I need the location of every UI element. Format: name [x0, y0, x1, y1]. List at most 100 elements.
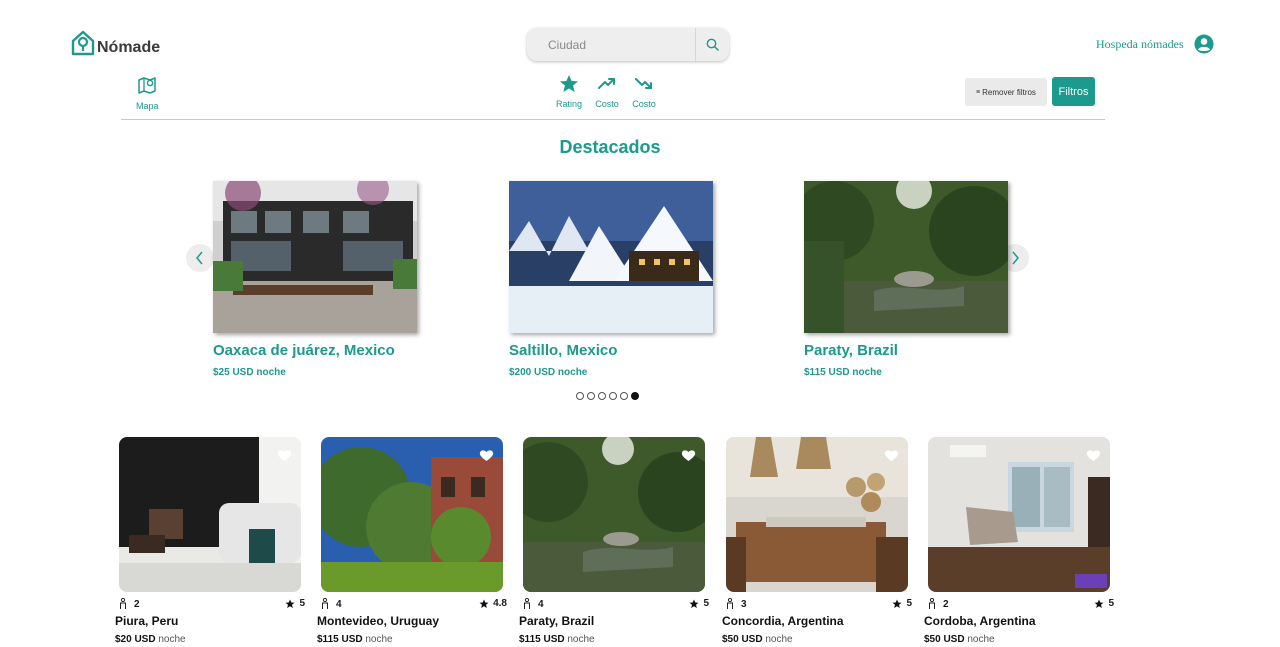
heart-icon[interactable]	[1086, 449, 1101, 462]
filters-button[interactable]: Filtros	[1052, 77, 1095, 106]
price-unit: noche	[365, 634, 393, 645]
guests-count: 2	[943, 598, 949, 610]
heart-icon[interactable]	[277, 449, 292, 462]
person-icon	[929, 598, 935, 609]
price-value: $20 USD	[115, 634, 156, 645]
featured-card[interactable]: Saltillo, Mexico $200 USD noche	[509, 181, 713, 378]
listing-card[interactable]: 4 5 Paraty, Brazil $115 USD noche	[519, 437, 709, 645]
listing-city: Concordia, Argentina	[722, 614, 844, 628]
featured-photo	[213, 181, 417, 333]
listing-meta: 3 5	[722, 598, 912, 614]
featured-card[interactable]: Paraty, Brazil $115 USD noche	[804, 181, 1008, 378]
featured-price: $200 USD noche	[509, 367, 588, 378]
search-button[interactable]	[695, 28, 729, 61]
map-label: Mapa	[136, 101, 159, 111]
listing-city: Montevideo, Uruguay	[317, 614, 440, 628]
guests-count: 3	[741, 598, 747, 610]
pagination-dot[interactable]	[598, 392, 606, 400]
rating-value: 5	[906, 598, 912, 609]
heart-icon[interactable]	[479, 449, 494, 462]
star-icon	[285, 599, 295, 608]
guests-info: 4	[523, 598, 544, 610]
listing-card[interactable]: 2 5 Cordoba, Argentina $50 USD noche	[924, 437, 1114, 645]
pagination-dot[interactable]	[620, 392, 628, 400]
pagination-dot[interactable]	[587, 392, 595, 400]
listing-city: Cordoba, Argentina	[924, 614, 1036, 628]
guests-info: 3	[726, 598, 747, 610]
star-icon	[479, 599, 489, 608]
map-icon	[138, 77, 156, 94]
listing-price: $20 USD noche	[115, 634, 305, 645]
featured-card[interactable]: Oaxaca de juárez, Mexico $25 USD noche	[213, 181, 417, 378]
featured-photo	[509, 181, 713, 333]
watermark-badge	[1075, 574, 1107, 588]
featured-city: Saltillo, Mexico	[509, 342, 618, 359]
featured-photo	[804, 181, 1008, 333]
listing-card[interactable]: 2 5 Piura, Peru $20 USD noche	[115, 437, 305, 645]
section-title: Destacados	[559, 137, 661, 157]
listing-meta: 2 5	[924, 598, 1114, 614]
heart-icon[interactable]	[884, 449, 899, 462]
search-bar	[527, 28, 729, 61]
listing-price: $115 USD noche	[317, 634, 507, 645]
rating-value: 5	[299, 598, 305, 609]
guests-count: 2	[134, 598, 140, 610]
person-icon	[727, 598, 733, 609]
rating-info: 4.8	[479, 598, 507, 609]
person-icon	[322, 598, 328, 609]
listing-meta: 2 5	[115, 598, 305, 614]
filter-lines-icon: ≡	[976, 88, 981, 96]
star-icon	[1094, 599, 1104, 608]
remove-filters-label: Remover filtros	[982, 87, 1036, 97]
price-unit: noche	[765, 634, 793, 645]
sort-label: Rating	[556, 99, 583, 109]
listing-card[interactable]: 4 4.8 Montevideo, Uruguay $115 USD noche	[317, 437, 507, 645]
trending-down-icon	[635, 78, 652, 89]
rating-info: 5	[285, 598, 305, 609]
listing-card[interactable]: 3 5 Concordia, Argentina $50 USD noche	[722, 437, 912, 645]
sort-rating-button[interactable]: Rating	[556, 74, 582, 109]
price-unit: noche	[967, 634, 995, 645]
guests-count: 4	[336, 598, 342, 610]
featured-price: $115 USD noche	[804, 367, 882, 378]
guests-info: 4	[321, 598, 342, 610]
user-account-button[interactable]	[1194, 34, 1214, 59]
user-avatar-icon	[1194, 34, 1214, 54]
carousel-prev-button[interactable]	[186, 244, 214, 272]
listing-meta: 4 4.8	[317, 598, 507, 614]
logo-text: Nómade	[97, 39, 161, 56]
heart-icon[interactable]	[681, 449, 696, 462]
sort-cost-asc-button[interactable]: Costo	[594, 74, 620, 109]
price-value: $115 USD	[519, 634, 565, 645]
remove-filters-button[interactable]: ≡ Remover filtros	[965, 78, 1047, 106]
sort-cost-desc-button[interactable]: Costo	[631, 74, 657, 109]
carousel-pagination	[576, 392, 639, 400]
person-icon	[524, 598, 530, 609]
listing-price: $50 USD noche	[722, 634, 912, 645]
host-link[interactable]: Hospeda nómades	[1096, 37, 1184, 52]
featured-city: Oaxaca de juárez, Mexico	[213, 342, 395, 359]
rating-info: 5	[892, 598, 912, 609]
chevron-left-icon	[196, 251, 203, 265]
pagination-dot[interactable]	[576, 392, 584, 400]
pagination-dot-active[interactable]	[631, 392, 639, 400]
chevron-right-icon	[1012, 251, 1019, 265]
rating-value: 4.8	[493, 598, 507, 609]
price-value: $50 USD	[722, 634, 763, 645]
guests-info: 2	[928, 598, 949, 610]
listing-photo	[928, 437, 1110, 592]
rating-info: 5	[689, 598, 709, 609]
pagination-dot[interactable]	[609, 392, 617, 400]
sort-label: Costo	[595, 99, 619, 109]
featured-price: $25 USD noche	[213, 367, 286, 378]
house-pin-icon	[71, 30, 95, 56]
search-input[interactable]	[527, 28, 695, 61]
sort-label: Costo	[632, 99, 656, 109]
guests-count: 4	[538, 598, 544, 610]
rating-value: 5	[703, 598, 709, 609]
star-icon	[892, 599, 902, 608]
trending-up-icon	[598, 78, 615, 89]
listing-photo	[119, 437, 301, 592]
map-button[interactable]: Mapa	[136, 75, 159, 111]
logo[interactable]: Nómade	[71, 29, 160, 57]
